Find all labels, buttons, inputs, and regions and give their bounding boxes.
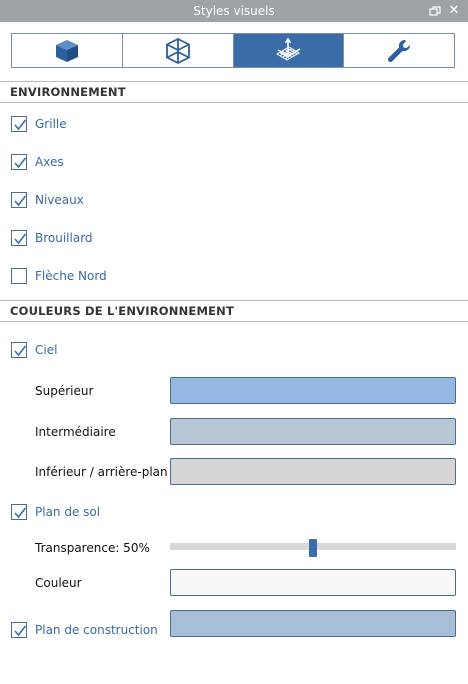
transparency-label: Transparence: 50%	[35, 541, 150, 555]
tab-settings[interactable]	[344, 34, 454, 67]
middle-color-swatch[interactable]	[170, 418, 456, 445]
checkbox-label-axes: Axes	[35, 155, 64, 169]
checkbox-label-construction-plane: Plan de construction	[35, 623, 158, 637]
lower-color-label: Inférieur / arrière-plan	[35, 465, 168, 479]
checkbox-sky[interactable]	[11, 342, 27, 358]
checkbox-label-fog: Brouillard	[35, 231, 93, 245]
checkbox-row-fog[interactable]: Brouillard	[11, 228, 93, 248]
checkbox-row-sky[interactable]: Ciel	[11, 340, 57, 360]
upper-color-label: Supérieur	[35, 384, 94, 398]
construction-plane-color-swatch[interactable]	[170, 610, 456, 637]
checkbox-label-ground-plane: Plan de sol	[35, 505, 101, 519]
wrench-icon	[385, 37, 413, 65]
view-tabs	[11, 33, 455, 68]
grid-axes-icon	[273, 36, 303, 66]
environment-section-header: ENVIRONNEMENT	[0, 81, 468, 103]
checkbox-fog[interactable]	[11, 230, 27, 246]
close-icon[interactable]: ✕	[448, 0, 460, 22]
checkbox-row-ground-plane[interactable]: Plan de sol	[11, 502, 100, 522]
checkbox-row-construction-plane[interactable]: Plan de construction	[11, 620, 158, 640]
tab-solid[interactable]	[12, 34, 123, 67]
checkbox-ground-plane[interactable]	[11, 504, 27, 520]
checkbox-row-levels[interactable]: Niveaux	[11, 190, 84, 210]
environment-colors-section-header: COULEURS DE L'ENVIRONNEMENT	[0, 300, 468, 322]
window-titlebar: Styles visuels ✕	[0, 0, 468, 22]
tab-wireframe[interactable]	[123, 34, 234, 67]
checkbox-north-arrow[interactable]	[11, 268, 27, 284]
upper-color-swatch[interactable]	[170, 377, 456, 404]
wireframe-cube-icon	[164, 37, 192, 65]
middle-color-label: Intermédiaire	[35, 425, 116, 439]
ground-color-label: Couleur	[35, 576, 82, 590]
checkbox-label-north-arrow: Flèche Nord	[35, 269, 107, 283]
restore-icon[interactable]	[428, 0, 442, 22]
checkbox-construction-plane[interactable]	[11, 622, 27, 638]
checkbox-row-grid[interactable]: Grille	[11, 114, 67, 134]
checkbox-label-grid: Grille	[35, 117, 67, 131]
ground-color-swatch[interactable]	[170, 569, 456, 596]
lower-color-swatch[interactable]	[170, 458, 456, 485]
checkbox-grid[interactable]	[11, 116, 27, 132]
checkbox-label-sky: Ciel	[35, 343, 58, 357]
checkbox-row-axes[interactable]: Axes	[11, 152, 64, 172]
solid-cube-icon	[54, 38, 80, 64]
tab-environment[interactable]	[233, 34, 345, 67]
transparency-slider-thumb[interactable]	[309, 539, 317, 557]
window-title: Styles visuels	[193, 4, 275, 18]
checkbox-row-north-arrow[interactable]: Flèche Nord	[11, 266, 107, 286]
checkbox-label-levels: Niveaux	[35, 193, 84, 207]
checkbox-levels[interactable]	[11, 192, 27, 208]
checkbox-axes[interactable]	[11, 154, 27, 170]
